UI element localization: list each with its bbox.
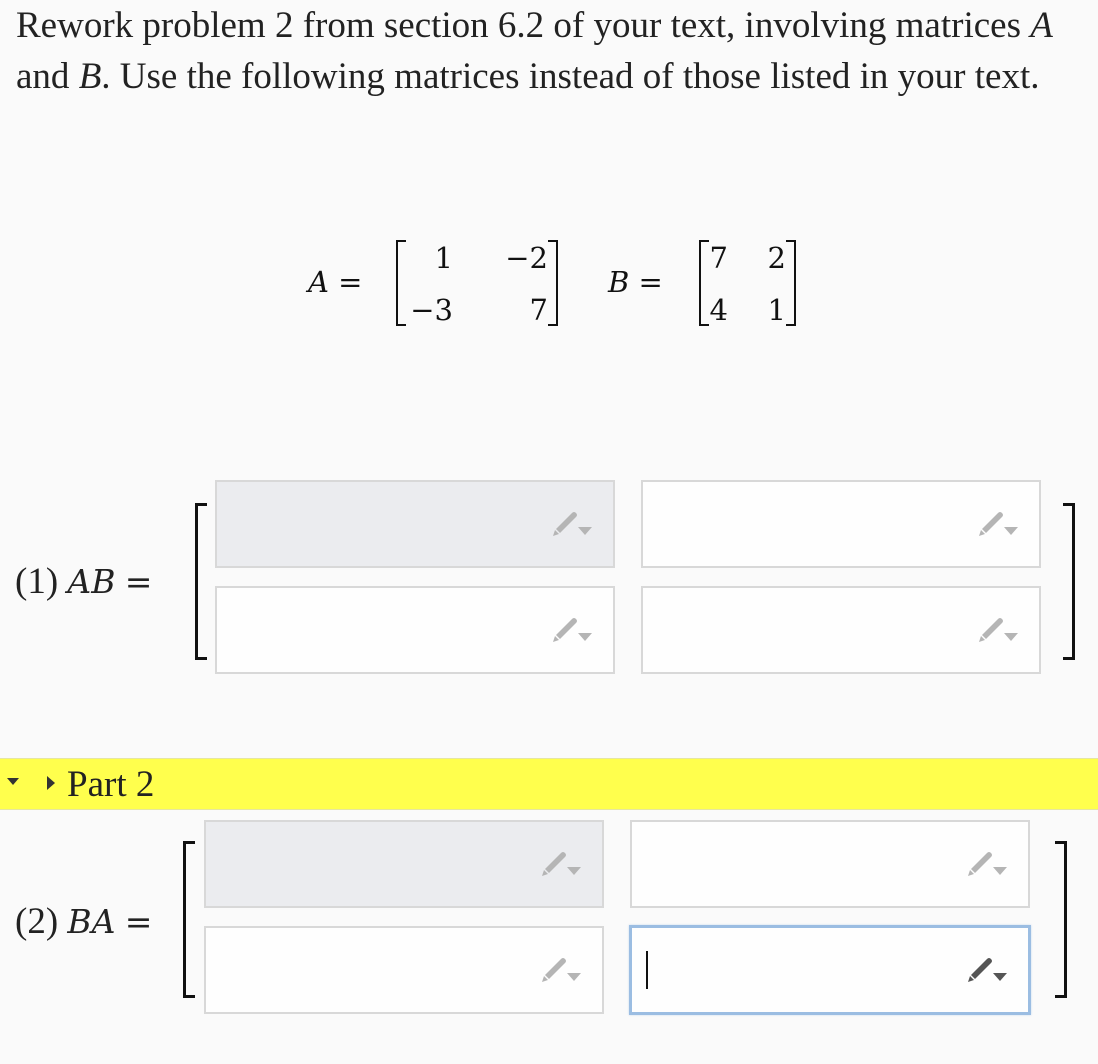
answer-1-right-bracket	[1063, 503, 1075, 660]
intro-var-b: B	[78, 56, 102, 97]
intro-text-1: Rework problem 2 from section 6.2 of you…	[16, 5, 1031, 46]
answer-1-cell-r2c1[interactable]	[215, 586, 615, 674]
text-cursor	[646, 951, 648, 989]
question-2-number: (2)	[15, 901, 59, 942]
intro-var-a: A	[1030, 5, 1053, 46]
question-1-number: (1)	[15, 561, 59, 602]
matrix-b-cell: 1	[767, 293, 786, 327]
matrix-b-cell: 4	[709, 293, 728, 327]
matrix-b-label: B	[608, 265, 630, 299]
part-2-label: Part 2	[67, 764, 155, 805]
matrix-a-label: A	[308, 265, 329, 299]
matrix-a-cell: −2	[505, 241, 548, 275]
answer-2-right-bracket	[1055, 841, 1067, 998]
intro-text-2: and	[16, 56, 79, 97]
question-1-expression: AB	[67, 562, 116, 601]
answer-1-cell-r2c2[interactable]	[641, 586, 1041, 674]
pencil-dropdown-icon[interactable]	[964, 954, 1008, 988]
question-2-label: (2) BA =	[15, 900, 152, 943]
matrix-a-equals: =	[338, 265, 363, 299]
triangle-right-icon[interactable]	[45, 774, 57, 792]
answer-1-left-bracket	[195, 503, 207, 660]
matrix-b-right-bracket	[786, 240, 796, 326]
answer-2-cell-r1c1[interactable]	[204, 820, 604, 908]
question-2-equals: =	[124, 902, 153, 941]
matrix-a-right-bracket	[548, 240, 558, 326]
answer-2-cell-r2c1[interactable]	[204, 926, 604, 1014]
answer-1-cell-r1c2[interactable]	[641, 480, 1041, 568]
problem-statement: Rework problem 2 from section 6.2 of you…	[16, 0, 1076, 102]
answer-2-cell-r2c2[interactable]	[629, 925, 1031, 1015]
answer-1-cell-r1c1[interactable]	[215, 480, 615, 568]
given-matrix-b: B = 7 2 4 1	[608, 238, 808, 330]
pencil-dropdown-icon[interactable]	[538, 848, 582, 882]
triangle-down-icon[interactable]	[6, 777, 20, 787]
answer-2-left-bracket	[183, 841, 195, 998]
question-2-expression: BA	[67, 902, 116, 941]
matrix-a-cell: −3	[410, 293, 453, 327]
pencil-dropdown-icon[interactable]	[975, 508, 1019, 542]
pencil-dropdown-icon[interactable]	[975, 614, 1019, 648]
matrix-a-cell: 1	[434, 241, 453, 275]
given-matrix-a: A = 1 −2 −3 7	[308, 238, 568, 330]
pencil-dropdown-icon[interactable]	[538, 954, 582, 988]
part-2-header[interactable]: Part 2	[0, 758, 1098, 810]
matrix-b-equals: =	[638, 265, 663, 299]
matrix-b-cell: 7	[709, 241, 728, 275]
pencil-dropdown-icon[interactable]	[964, 848, 1008, 882]
pencil-dropdown-icon[interactable]	[549, 614, 593, 648]
pencil-dropdown-icon[interactable]	[549, 508, 593, 542]
intro-text-3: . Use the following matrices instead of …	[101, 56, 1040, 97]
question-1-equals: =	[124, 562, 153, 601]
matrix-a-cell: 7	[529, 293, 548, 327]
matrix-b-cell: 2	[767, 241, 786, 275]
question-1-label: (1) AB =	[15, 560, 152, 603]
answer-2-cell-r1c2[interactable]	[630, 820, 1030, 908]
